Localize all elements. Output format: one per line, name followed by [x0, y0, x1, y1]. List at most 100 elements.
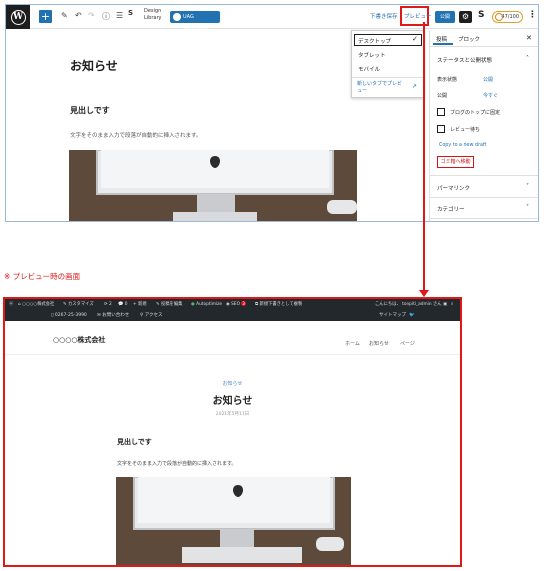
admin-edit-link[interactable]: ✎ 投稿を編集 [156, 299, 182, 310]
wordpress-logo-button[interactable]: W [6, 5, 30, 29]
pending-review-checkbox[interactable] [437, 125, 445, 133]
divider [430, 46, 538, 47]
list-view-icon[interactable]: ☰ [116, 11, 123, 20]
more-options-icon[interactable]: ⋮ [528, 10, 537, 20]
seo-badge: 3 [241, 301, 246, 306]
callout-arrowhead [419, 290, 429, 297]
twitter-icon[interactable]: 🐦 [409, 310, 415, 321]
admin-comments-count: 0 [124, 302, 128, 307]
save-draft-button[interactable]: 下書き保存 [370, 12, 398, 20]
preview-button[interactable]: プレビュー [404, 12, 432, 20]
divider [430, 175, 538, 176]
admin-autoptimize-link[interactable]: ● Autoptimize [191, 299, 222, 310]
wordpress-icon[interactable]: ⓦ [9, 299, 13, 310]
post-paragraph: 文字をそのまま入力で段落が自動的に挿入されます。 [117, 461, 237, 467]
phone-icon: ▯ [51, 313, 54, 318]
active-tab-indicator [433, 43, 453, 45]
post-date: 2021年5月11日 [215, 412, 250, 417]
nav-news[interactable]: お知らせ [369, 340, 389, 347]
category-section-toggle[interactable]: カテゴリー [437, 205, 465, 213]
copy-to-draft-link[interactable]: Copy to a new draft [439, 143, 486, 148]
menu-divider [352, 77, 423, 78]
nav-home[interactable]: ホーム [345, 340, 360, 347]
divider [430, 218, 538, 219]
admin-autoptimize-label: Autoptimize [196, 302, 222, 307]
seo-score-value: 47/100 [501, 14, 519, 20]
post-title: お知らせ [212, 396, 253, 407]
chevron-up-icon[interactable]: ˄ [526, 55, 529, 62]
visibility-label: 表示状態 [437, 77, 458, 83]
stackable-settings-icon[interactable]: S [478, 10, 484, 20]
admin-account-link[interactable]: こんにちは、 tonpiti_admin さん ▣ [375, 299, 447, 310]
admin-new-link[interactable]: + 新規 [133, 299, 147, 310]
access-link[interactable]: ⚲ アクセス [140, 310, 163, 321]
publish-label: 公開 [437, 93, 448, 99]
admin-comments-link[interactable]: 💬 0 [118, 299, 127, 310]
admin-bar: ⓦ ⌂ ○○○○株式会社 ✎ カスタマイズ ⟳ 2 💬 0 + 新規 ✎ 投稿を… [5, 299, 460, 310]
avatar: ▣ [442, 302, 447, 307]
design-library-button[interactable]: S Design Library [128, 8, 162, 22]
status-section-toggle[interactable]: ステータスと公開状態 [437, 56, 492, 64]
heading-block[interactable]: 見出しです [70, 105, 110, 116]
admin-updates-link[interactable]: ⟳ 2 [104, 299, 112, 310]
preview-option-mobile[interactable]: モバイル [358, 65, 380, 73]
map-pin-icon: ⚲ [140, 313, 144, 318]
tab-post[interactable]: 投稿 [436, 35, 447, 43]
admin-customize-link[interactable]: ✎ カスタマイズ [63, 299, 94, 310]
close-icon[interactable]: ✕ [526, 34, 532, 42]
admin-customize-label: カスタマイズ [67, 302, 94, 307]
chevron-down-icon[interactable]: ˅ [526, 204, 529, 211]
admin-updates-count: 2 [108, 302, 112, 307]
redo-icon[interactable]: ↷ [88, 11, 95, 20]
pending-review-label: レビュー待ち [450, 127, 481, 133]
access-label: アクセス [144, 313, 163, 318]
nav-page[interactable]: ページ [400, 340, 415, 347]
preview-option-desktop[interactable]: デスクトップ [358, 37, 391, 45]
post-image [116, 477, 351, 565]
tab-block[interactable]: ブロック [458, 35, 480, 43]
publish-button[interactable]: 公開 [435, 11, 455, 23]
info-icon[interactable]: ⓘ [102, 11, 110, 22]
image-block[interactable] [69, 150, 357, 221]
permalink-section-toggle[interactable]: パーマリンク [437, 184, 470, 192]
visibility-value-link[interactable]: 公開 [483, 76, 493, 83]
sitemap-link[interactable]: サイトマップ [379, 310, 406, 321]
design-library-line2: Library [144, 15, 162, 21]
admin-site-link[interactable]: ⌂ ○○○○株式会社 [18, 299, 54, 310]
contact-link[interactable]: ✉ お問い合わせ [97, 310, 129, 321]
site-logo-link[interactable]: ○○○○株式会社 [53, 335, 105, 345]
search-icon[interactable]: ⌕ [451, 299, 453, 310]
add-block-button[interactable]: + [39, 10, 52, 23]
contact-label: お問い合わせ [102, 313, 130, 318]
preview-new-tab-link[interactable]: 新しいタブでプレビュー [357, 81, 405, 95]
pencil-tool-icon[interactable]: ✎ [61, 11, 68, 20]
phone-number: 0267-25-3990 [54, 313, 87, 318]
paragraph-block[interactable]: 文字をそのまま入力で段落が自動的に挿入されます。 [70, 131, 201, 139]
checkmark-icon: ✓ [412, 35, 418, 43]
chevron-down-icon[interactable]: ˅ [526, 183, 529, 190]
desk-photo-image [69, 150, 357, 221]
mail-icon: ✉ [97, 313, 101, 318]
post-category-link[interactable]: お知らせ [5, 380, 460, 387]
block-editor: W + ✎ ↶ ↷ ⓘ ☰ S Design Library UAG Templ… [5, 4, 539, 222]
autoptimize-status-icon: ● [191, 302, 195, 307]
admin-seo-link[interactable]: ◉ SEO 3 [226, 299, 246, 310]
settings-gear-icon[interactable]: ⚙ [459, 11, 472, 23]
seo-score-ring-icon [495, 13, 503, 21]
publish-date-link[interactable]: 今すぐ [483, 92, 498, 99]
admin-greeting: こんにちは、 tonpiti_admin さん [375, 302, 442, 307]
preview-dropdown-menu: デスクトップ ✓ タブレット モバイル 新しいタブでプレビュー ↗ [351, 30, 424, 98]
admin-edit-label: 投稿を編集 [160, 302, 183, 307]
sticky-checkbox[interactable] [437, 108, 445, 116]
uag-templates-button[interactable]: UAG Templates [170, 11, 220, 32]
preview-option-tablet[interactable]: タブレット [358, 51, 386, 59]
site-header: ○○○○株式会社 ホーム お知らせ ページ [5, 321, 460, 355]
move-to-trash-button[interactable]: ゴミ箱へ移動 [437, 156, 474, 168]
external-link-icon: ↗ [412, 83, 418, 90]
undo-icon[interactable]: ↶ [75, 11, 82, 20]
admin-duplicate-link[interactable]: ⧉ 新規下書きとして複製 [255, 299, 302, 310]
uag-icon [173, 13, 181, 21]
post-title-field[interactable]: お知らせ [70, 57, 118, 74]
phone-link[interactable]: ▯ 0267-25-3990 [51, 310, 87, 321]
seo-score-button[interactable]: 47/100 [492, 11, 523, 23]
